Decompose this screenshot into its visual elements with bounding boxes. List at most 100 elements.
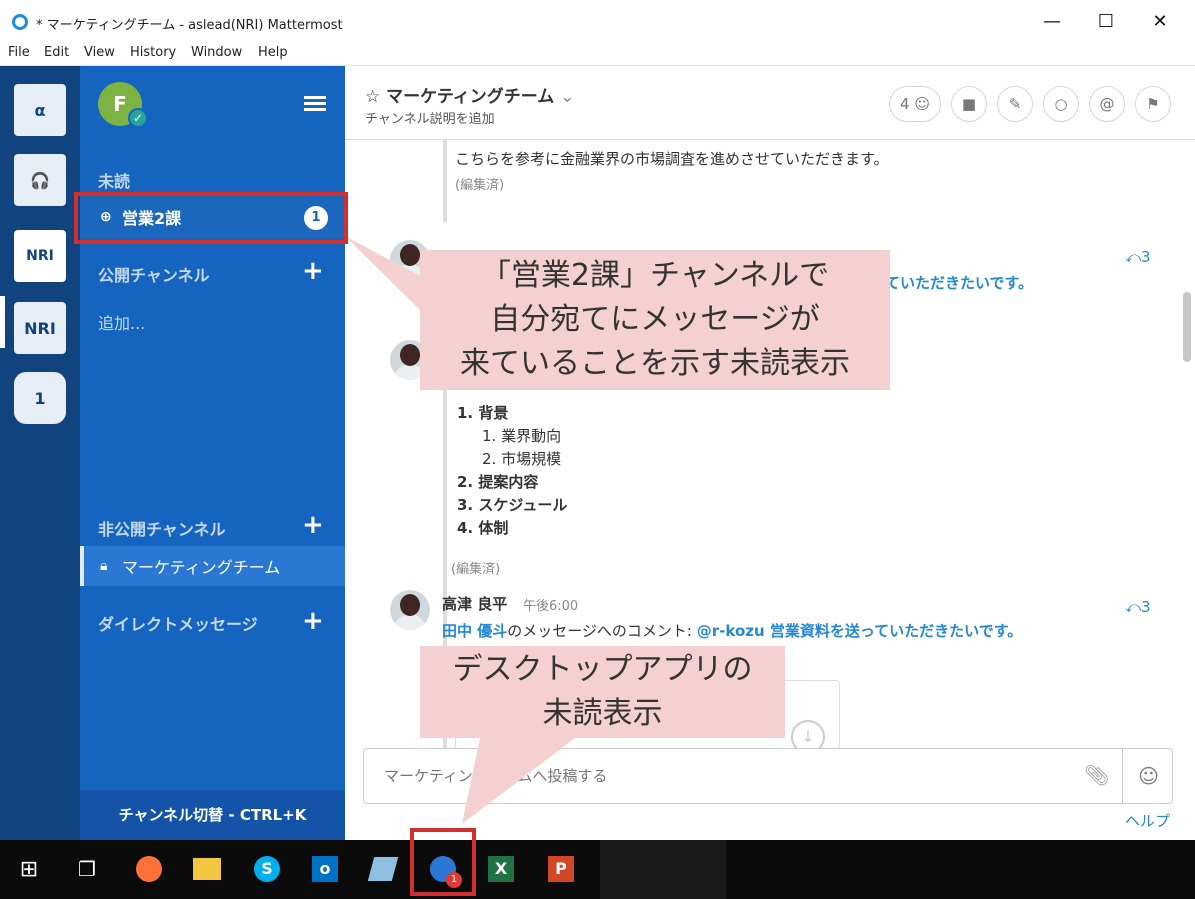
title-bar: * マーケティングチーム - aslead(NRI) Mattermost — …: [0, 0, 1195, 42]
reply-icon: ⤺: [1125, 248, 1142, 266]
search-icon[interactable]: ○: [1043, 86, 1079, 122]
reply-count: 3: [1141, 248, 1151, 266]
team-label: 🎧: [30, 170, 50, 190]
active-team-indicator: [0, 296, 5, 348]
windows-start-icon[interactable]: ⊞: [10, 850, 48, 888]
close-button[interactable]: ✕: [1140, 8, 1180, 36]
help-link[interactable]: ヘルプ: [1125, 810, 1170, 831]
attachment-icon[interactable]: 📎︎: [1084, 763, 1109, 787]
member-list-button[interactable]: 4 ☺︎: [889, 86, 941, 122]
mention-link[interactable]: ていただきたいです。: [885, 272, 1033, 293]
comment-line: 田中 優斗のメッセージへのコメント: @r-kozu 営業資料を送っていただきた…: [442, 620, 1022, 641]
edited-indicator: (編集済): [451, 562, 501, 577]
scrollbar[interactable]: [1183, 292, 1191, 362]
team-label: 1: [34, 388, 46, 408]
avatar[interactable]: [390, 590, 430, 630]
mattermost-window: * マーケティングチーム - aslead(NRI) Mattermost — …: [0, 0, 1195, 899]
maximize-button[interactable]: ☐: [1086, 8, 1126, 36]
emoji-picker-icon[interactable]: ☺: [1122, 749, 1174, 803]
hamburger-menu-icon[interactable]: [304, 96, 326, 112]
menu-window[interactable]: Window: [191, 45, 242, 60]
nri-logo-team-icon[interactable]: NRI: [14, 302, 66, 354]
add-direct-message-button[interactable]: +: [302, 606, 324, 636]
private-channels-header: 非公開チャンネル: [98, 520, 226, 539]
window-title: * マーケティングチーム - aslead(NRI) Mattermost: [36, 18, 343, 33]
menu-bar: File Edit View History Window Help: [0, 42, 1195, 66]
outlook-icon[interactable]: o: [306, 850, 344, 888]
number-one-team-icon[interactable]: 1: [14, 372, 66, 424]
list-item: 1. 背景: [457, 404, 509, 422]
list-item: 2. 市場規模: [482, 450, 562, 468]
unread-section-header: 未読: [98, 172, 131, 191]
firefox-icon[interactable]: [130, 850, 168, 888]
pin-icon[interactable]: ✎: [997, 86, 1033, 122]
reply-icon: ⤺: [1125, 598, 1142, 616]
mention-icon[interactable]: @: [1089, 86, 1125, 122]
minimize-button[interactable]: —: [1032, 8, 1072, 36]
callout-line: デスクトップアプリの: [452, 652, 753, 687]
message-input-box: 📎︎ ☺: [363, 748, 1173, 804]
task-view-icon[interactable]: ❐: [68, 850, 106, 888]
thread-line: [443, 140, 447, 222]
post-time[interactable]: 午後6:00: [523, 595, 578, 614]
callout-sidebar-unread: 「営業2課」チャンネルで 自分宛てにメッセージが 来ていることを示す未読表示: [420, 250, 890, 390]
team-sidebar: α 🎧 NRI NRI 1: [0, 66, 80, 840]
comment-text: のメッセージへのコメント:: [507, 622, 697, 640]
online-status-icon: ✓: [128, 108, 148, 128]
direct-messages-header: ダイレクトメッセージ: [98, 615, 258, 634]
menu-edit[interactable]: Edit: [44, 45, 69, 60]
callout-taskbar-unread: デスクトップアプリの 未読表示: [420, 646, 785, 738]
list-item: 3. スケジュール: [457, 496, 568, 514]
add-public-channel-button[interactable]: +: [302, 256, 324, 286]
page-title[interactable]: ☆ マーケティングチーム ⌄: [365, 82, 574, 107]
list-item: 2. 提案内容: [457, 473, 539, 491]
channel-sidebar: F ✓ 未読 ⊕ 営業2課 1 公開チャンネル + 追加... 非公開チャンネル…: [80, 66, 345, 840]
favorite-star-icon[interactable]: ☆: [365, 87, 380, 107]
video-icon[interactable]: ■: [951, 86, 987, 122]
highlight-box-sidebar: [74, 192, 348, 244]
reply-count-button[interactable]: ⤺3: [1125, 248, 1151, 266]
edited-indicator: (編集済): [455, 178, 505, 193]
skype-icon[interactable]: S: [248, 850, 286, 888]
callout-line: 「営業2課」チャンネルで: [480, 258, 830, 293]
comment-user-link[interactable]: 田中 優斗: [442, 622, 507, 640]
public-channels-header: 公開チャンネル: [98, 266, 210, 285]
chevron-down-icon[interactable]: ⌄: [560, 87, 574, 107]
mention-link[interactable]: @r-kozu 営業資料を送っていただきたいです。: [697, 622, 1022, 640]
powerpoint-icon[interactable]: P: [542, 850, 580, 888]
excel-icon[interactable]: X: [482, 850, 520, 888]
channel-purpose[interactable]: チャンネル説明を追加: [365, 108, 495, 127]
download-icon[interactable]: ↓: [791, 720, 825, 748]
add-private-channel-button[interactable]: +: [302, 510, 324, 540]
headset-team-icon[interactable]: 🎧: [14, 154, 66, 206]
list-item: 4. 体制: [457, 519, 509, 537]
menu-file[interactable]: File: [8, 45, 30, 60]
notepad-icon[interactable]: [364, 850, 402, 888]
mattermost-app-icon: [12, 14, 28, 30]
alpha-team-icon[interactable]: α: [14, 84, 66, 136]
highlight-box-taskbar: [410, 828, 476, 896]
menu-view[interactable]: View: [84, 45, 115, 60]
menu-history[interactable]: History: [130, 45, 176, 60]
flag-icon[interactable]: ⚑: [1135, 86, 1171, 122]
list-item: 1. 業界動向: [482, 427, 562, 445]
post-message: こちらを参考に金融業界の市場調査を進めさせていただきます。: [455, 150, 889, 168]
team-label: NRI: [24, 318, 56, 338]
team-label: α: [34, 100, 46, 120]
nri-team-icon[interactable]: NRI: [14, 230, 66, 282]
channel-switcher-button[interactable]: チャンネル切替 - CTRL+K: [80, 790, 345, 840]
member-count: 4: [900, 95, 910, 113]
channel-name: マーケティングチーム: [386, 87, 555, 107]
taskbar: ⊞ ❐ S o 1 X P: [0, 840, 1195, 899]
reply-count-button[interactable]: ⤺3: [1125, 598, 1151, 616]
add-more-link[interactable]: 追加...: [98, 310, 145, 334]
message-input[interactable]: [364, 749, 1084, 803]
post-author[interactable]: 高津 良平: [442, 593, 507, 614]
reply-count: 3: [1141, 598, 1151, 616]
sidebar-item-label: マーケティングチーム: [122, 558, 281, 577]
sidebar-item-marketing-team[interactable]: 🔒︎ マーケティングチーム: [80, 546, 345, 586]
file-explorer-icon[interactable]: [188, 850, 226, 888]
callout-line: 未読表示: [542, 696, 663, 731]
team-label: NRI: [26, 248, 54, 264]
menu-help[interactable]: Help: [258, 45, 288, 60]
